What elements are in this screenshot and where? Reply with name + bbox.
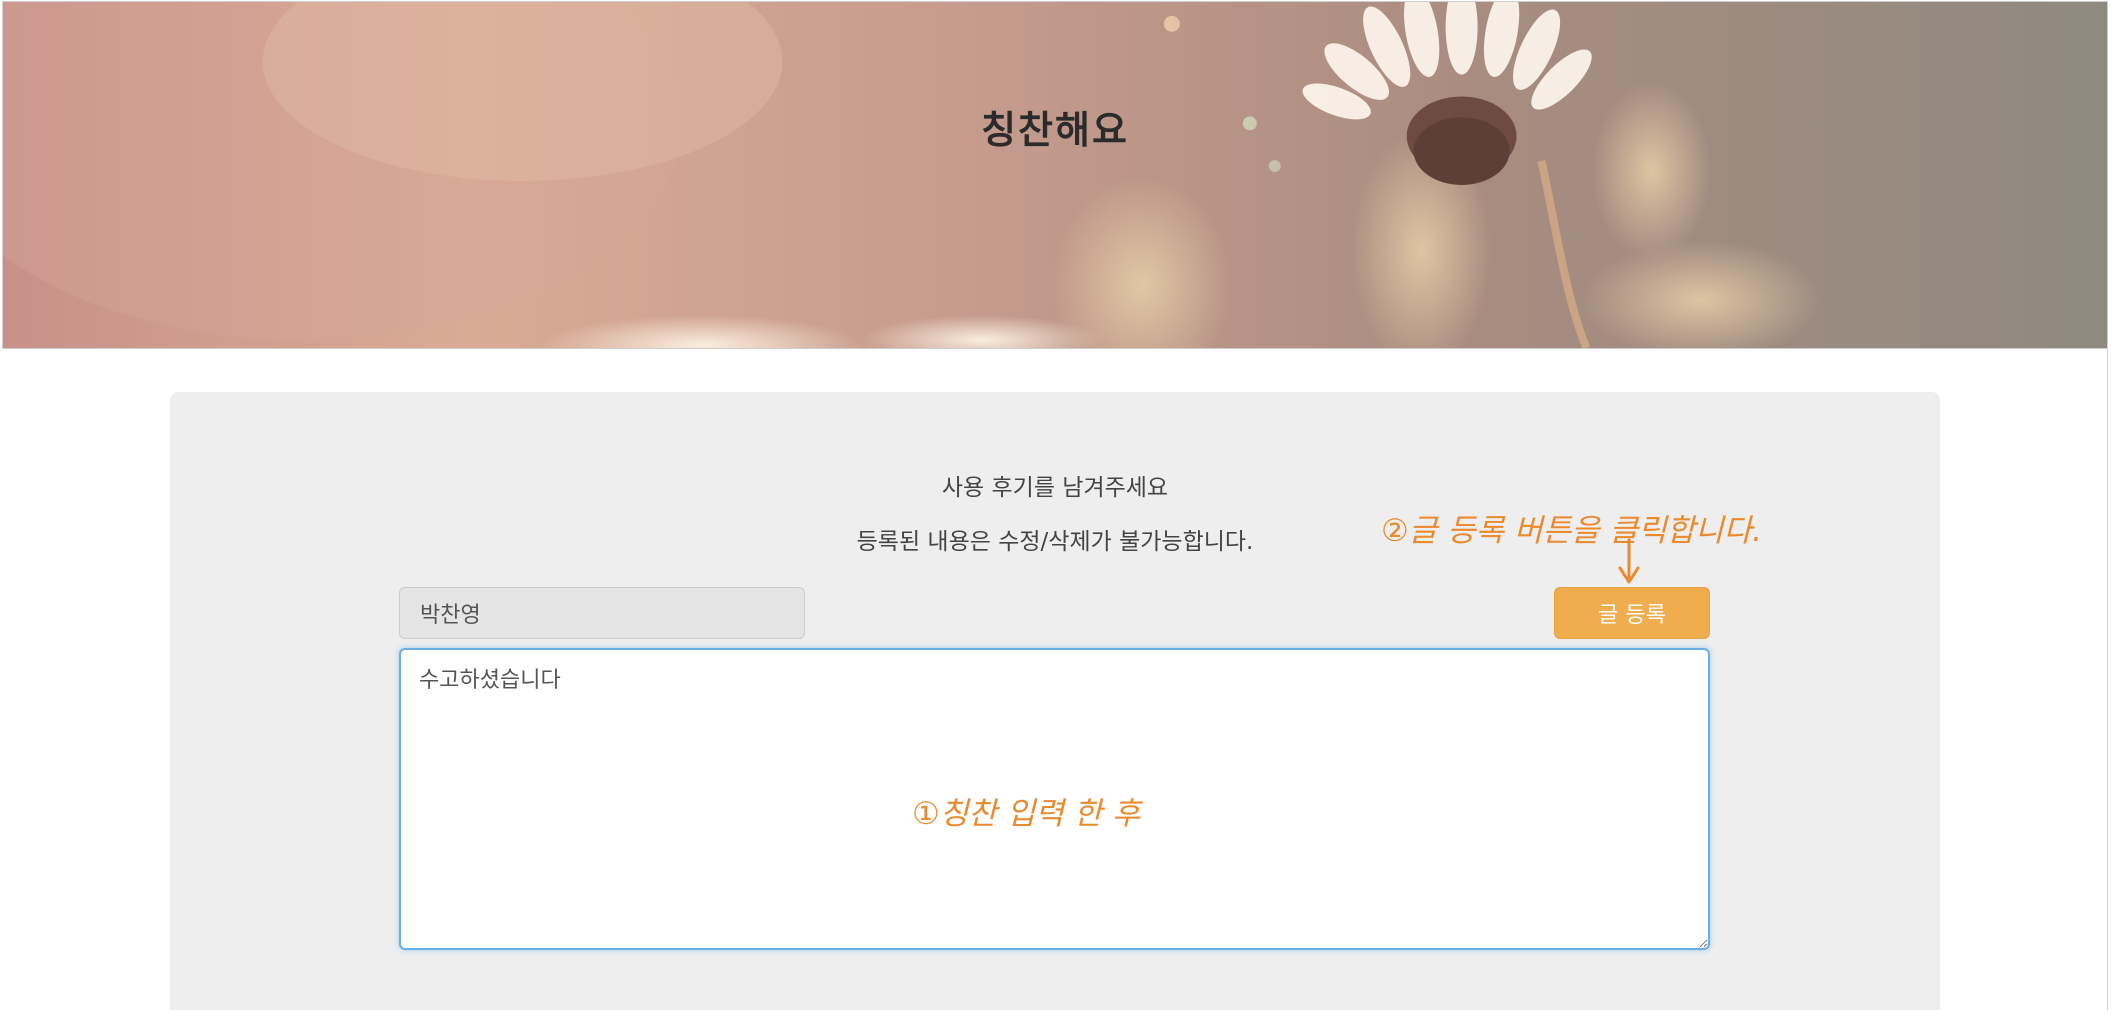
author-name-input[interactable] (399, 587, 805, 639)
header-background-image (3, 2, 2107, 348)
header-banner: 칭찬해요 (2, 1, 2108, 349)
annotation-step-2: ②글 등록 버튼을 클릭합니다. (1381, 513, 1762, 549)
page-title: 칭찬해요 (981, 108, 1129, 152)
page-edge-divider (2107, 349, 2108, 1010)
notice-leave-review: 사용 후기를 남겨주세요 (941, 475, 1169, 501)
down-arrow-icon (1618, 538, 1640, 584)
annotation-step-1: ①칭찬 입력 한 후 (912, 796, 1141, 832)
page: 칭찬해요 사용 후기를 남겨주세요 등록된 내용은 수정/삭제가 불가능합니다.… (0, 0, 2111, 1010)
submit-post-button[interactable]: 글 등록 (1554, 587, 1710, 639)
review-form-panel: 사용 후기를 남겨주세요 등록된 내용은 수정/삭제가 불가능합니다. 글 등록… (170, 392, 1940, 1010)
